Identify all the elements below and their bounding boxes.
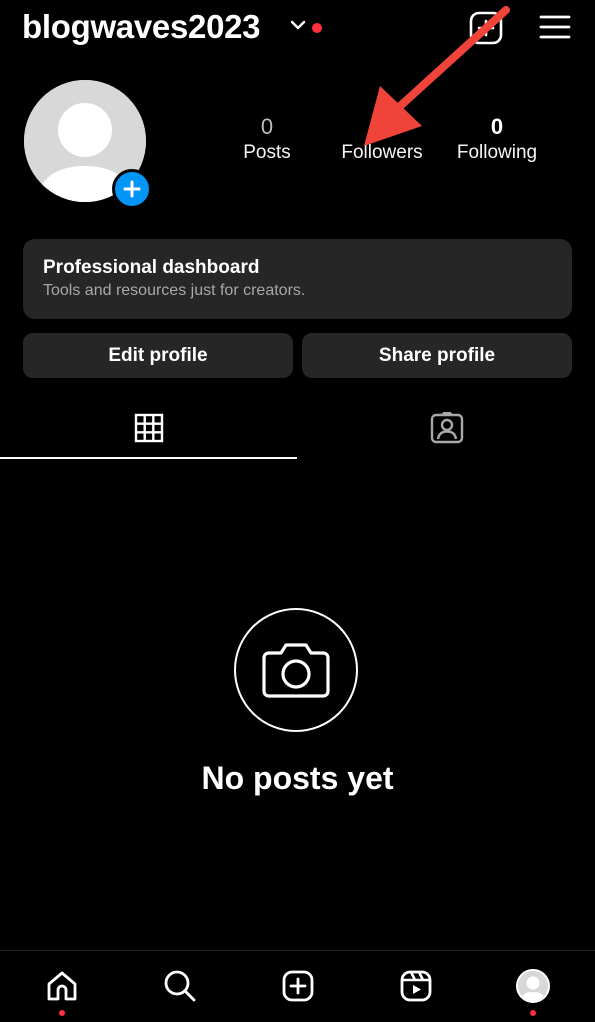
empty-state-message: No posts yet xyxy=(201,760,394,796)
nav-search[interactable] xyxy=(156,962,204,1010)
active-tab-indicator xyxy=(0,457,297,459)
profile-username[interactable]: blogwaves2023 xyxy=(22,8,261,46)
camera-icon xyxy=(262,643,330,698)
home-notification-dot xyxy=(59,1010,65,1016)
posts-label: Posts xyxy=(243,142,291,163)
nav-reels[interactable] xyxy=(392,962,440,1010)
profile-avatar-icon xyxy=(516,969,550,1003)
following-label: Following xyxy=(456,142,538,163)
plus-icon xyxy=(123,180,141,198)
tagged-icon xyxy=(430,412,463,444)
home-icon xyxy=(47,971,77,1001)
add-story-button[interactable] xyxy=(112,169,152,209)
notification-dot xyxy=(312,23,322,33)
posts-stat[interactable]: 0 Posts xyxy=(212,114,322,166)
share-profile-button[interactable]: Share profile xyxy=(302,333,572,378)
following-stat[interactable]: 0 Following xyxy=(442,114,552,166)
following-count: 0 xyxy=(490,114,504,139)
grid-icon xyxy=(134,413,163,443)
dashboard-title: Professional dashboard xyxy=(43,257,260,278)
nav-profile[interactable] xyxy=(509,962,557,1010)
create-icon xyxy=(282,970,314,1002)
tab-posts-grid[interactable] xyxy=(0,398,297,458)
followers-count xyxy=(327,114,437,140)
chevron-down-icon[interactable] xyxy=(289,18,307,32)
professional-dashboard[interactable]: Professional dashboard Tools and resourc… xyxy=(23,239,572,319)
menu-button[interactable] xyxy=(538,10,572,44)
nav-create[interactable] xyxy=(274,962,322,1010)
followers-label: Followers xyxy=(341,142,423,163)
empty-state-camera xyxy=(234,608,358,732)
search-icon xyxy=(164,970,196,1002)
posts-count: 0 xyxy=(260,114,274,139)
new-post-icon xyxy=(469,11,503,45)
tab-tagged[interactable] xyxy=(298,398,595,458)
nav-home[interactable] xyxy=(38,962,86,1010)
dashboard-subtitle: Tools and resources just for creators. xyxy=(43,282,306,299)
edit-profile-button[interactable]: Edit profile xyxy=(23,333,293,378)
reels-icon xyxy=(400,970,432,1002)
profile-notification-dot xyxy=(530,1010,536,1016)
create-post-button[interactable] xyxy=(466,8,506,48)
hamburger-menu-icon xyxy=(539,15,571,39)
followers-stat[interactable]: Followers xyxy=(327,114,437,166)
